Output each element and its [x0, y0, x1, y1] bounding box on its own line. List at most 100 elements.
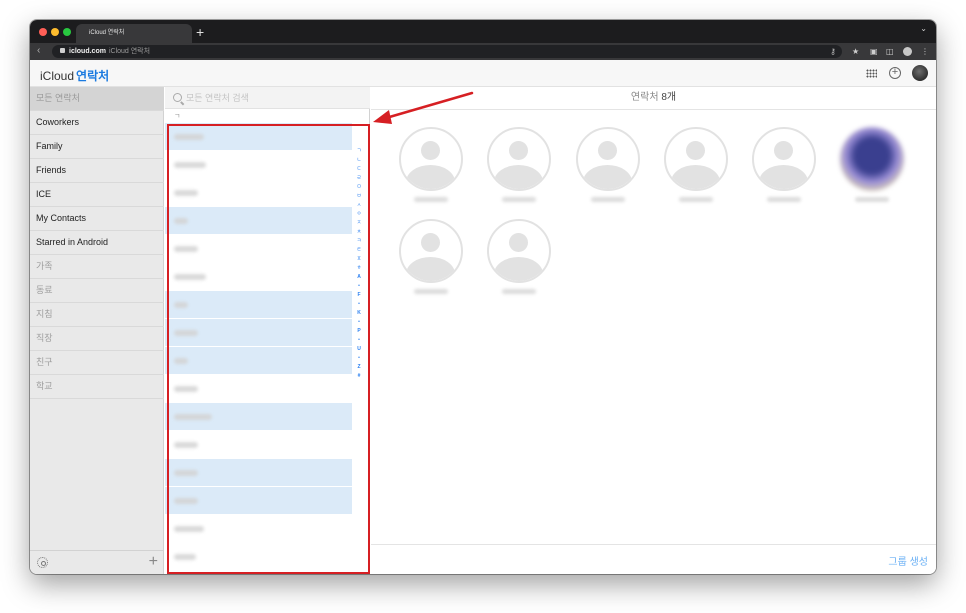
- browser-window: iCloud 연락처 + ⌄ ‹ icloud.com iCloud 연락처 ⚷ …: [30, 20, 936, 574]
- groups-sidebar: 모든 연락처 Coworkers Family Friends ICE My C…: [30, 87, 164, 574]
- contact-tile[interactable]: [486, 219, 552, 303]
- index-letter[interactable]: •: [352, 318, 366, 327]
- contact-card-pane: 연락처 8개 그룹 생성: [371, 87, 936, 574]
- browser-toolbar: ‹ icloud.com iCloud 연락처 ⚷ ★ ▣ ◫ ⋮: [30, 43, 936, 60]
- alphabet-index[interactable]: ㄱㄴㄷㄹㅁㅂㅅㅇㅈㅊㅋㅌㅍㅎ A • F • K • P • U • Z #: [352, 147, 366, 381]
- contact-tile[interactable]: [575, 127, 641, 211]
- sidebar-item-ice[interactable]: ICE: [30, 183, 164, 207]
- screenshot-icon[interactable]: ▣: [870, 45, 878, 58]
- address-bar[interactable]: icloud.com iCloud 연락처 ⚷: [52, 45, 842, 58]
- search-input[interactable]: [186, 91, 356, 105]
- url-domain: icloud.com: [69, 48, 106, 55]
- sidebar-item-all-contacts[interactable]: 모든 연락처: [30, 87, 164, 111]
- sidebar-item-friends[interactable]: Friends: [30, 159, 164, 183]
- profile-icon[interactable]: [903, 47, 912, 56]
- list-item[interactable]: [165, 403, 352, 431]
- person-icon: [487, 127, 551, 191]
- new-tab-button[interactable]: +: [196, 23, 204, 41]
- index-letter[interactable]: •: [352, 282, 366, 291]
- index-letter[interactable]: •: [352, 354, 366, 363]
- index-letter[interactable]: ㄱ: [352, 147, 366, 156]
- index-letter[interactable]: #: [352, 372, 366, 381]
- sidebar-item-family-ko[interactable]: 가족: [30, 255, 164, 279]
- sidebar-item-starred-in-android[interactable]: Starred in Android: [30, 231, 164, 255]
- sidebar-item-work-ko[interactable]: 직장: [30, 327, 164, 351]
- index-letter[interactable]: U: [352, 345, 366, 354]
- sidebar-item-friends-ko[interactable]: 친구: [30, 351, 164, 375]
- list-item[interactable]: [165, 487, 352, 515]
- contact-tile[interactable]: [398, 219, 464, 303]
- back-button[interactable]: ‹: [37, 44, 40, 58]
- index-letter[interactable]: ㅎ: [352, 264, 366, 273]
- list-item[interactable]: [165, 123, 352, 151]
- index-letter[interactable]: ㅊ: [352, 228, 366, 237]
- index-letter[interactable]: A: [352, 273, 366, 282]
- contact-tile[interactable]: [839, 127, 905, 211]
- sidebar-item-my-contacts[interactable]: My Contacts: [30, 207, 164, 231]
- contact-tile[interactable]: [751, 127, 817, 211]
- sidebar-item-school-ko[interactable]: 학교: [30, 375, 164, 399]
- index-letter[interactable]: ㅂ: [352, 192, 366, 201]
- index-letter[interactable]: ㅌ: [352, 246, 366, 255]
- list-item[interactable]: [165, 235, 352, 263]
- contact-photo: [840, 127, 904, 191]
- avatar[interactable]: [912, 65, 928, 81]
- app-grid-icon[interactable]: [866, 69, 877, 78]
- lock-icon: [60, 48, 65, 53]
- list-item[interactable]: [165, 179, 352, 207]
- index-letter[interactable]: ㄷ: [352, 165, 366, 174]
- contact-tile[interactable]: [486, 127, 552, 211]
- list-item[interactable]: [165, 375, 352, 403]
- index-letter[interactable]: ㅋ: [352, 237, 366, 246]
- index-letter[interactable]: F: [352, 291, 366, 300]
- person-icon: [664, 127, 728, 191]
- zoom-window-button[interactable]: [63, 28, 71, 36]
- browser-tab[interactable]: iCloud 연락처: [76, 24, 192, 43]
- tab-title: iCloud 연락처: [89, 30, 125, 36]
- kebab-menu-icon[interactable]: ⋮: [921, 45, 929, 58]
- index-letter[interactable]: P: [352, 327, 366, 336]
- list-item[interactable]: [165, 459, 352, 487]
- app-brand: iCloud 연락처: [38, 67, 109, 84]
- list-item[interactable]: [165, 151, 352, 179]
- gear-icon[interactable]: [37, 557, 48, 568]
- index-letter[interactable]: ㄴ: [352, 156, 366, 165]
- person-icon: [399, 127, 463, 191]
- add-group-button[interactable]: +: [149, 552, 158, 572]
- index-letter[interactable]: •: [352, 336, 366, 345]
- list-item[interactable]: [165, 543, 352, 571]
- list-item[interactable]: [165, 207, 352, 235]
- new-group-button[interactable]: 그룹 생성: [888, 553, 928, 568]
- index-letter[interactable]: ㅁ: [352, 183, 366, 192]
- star-icon[interactable]: ★: [852, 45, 859, 58]
- list-item[interactable]: [165, 291, 352, 319]
- close-window-button[interactable]: [39, 28, 47, 36]
- contact-list-pane: ㄱ ㄱㄴㄷㄹㅁㅂㅅㅇㅈㅊㅋㅌㅍㅎA•F•K•P•U•Z#: [165, 87, 370, 574]
- index-letter[interactable]: ㅈ: [352, 219, 366, 228]
- list-item[interactable]: [165, 319, 352, 347]
- index-letter[interactable]: Z: [352, 363, 366, 372]
- add-circle-icon[interactable]: +: [889, 67, 901, 79]
- index-letter[interactable]: K: [352, 309, 366, 318]
- sidepanel-icon[interactable]: ◫: [886, 45, 894, 58]
- list-item[interactable]: [165, 431, 352, 459]
- tab-search-icon[interactable]: ⌄: [920, 24, 927, 33]
- list-item[interactable]: [165, 515, 352, 543]
- index-letter[interactable]: ㅅ: [352, 201, 366, 210]
- contact-count: 8개: [661, 92, 677, 103]
- key-icon[interactable]: ⚷: [830, 45, 836, 58]
- index-letter[interactable]: ㅇ: [352, 210, 366, 219]
- sidebar-item-colleagues-ko[interactable]: 동료: [30, 279, 164, 303]
- index-letter[interactable]: •: [352, 300, 366, 309]
- contact-tile[interactable]: [663, 127, 729, 211]
- app-header: iCloud 연락처 +: [30, 60, 936, 87]
- minimize-window-button[interactable]: [51, 28, 59, 36]
- sidebar-item-guideline-ko[interactable]: 지침: [30, 303, 164, 327]
- sidebar-item-family[interactable]: Family: [30, 135, 164, 159]
- index-letter[interactable]: ㄹ: [352, 174, 366, 183]
- list-item[interactable]: [165, 263, 352, 291]
- index-letter[interactable]: ㅍ: [352, 255, 366, 264]
- list-item[interactable]: [165, 347, 352, 375]
- sidebar-item-coworkers[interactable]: Coworkers: [30, 111, 164, 135]
- contact-tile[interactable]: [398, 127, 464, 211]
